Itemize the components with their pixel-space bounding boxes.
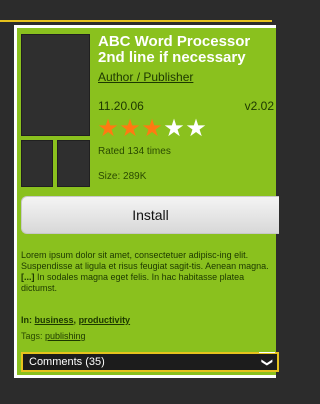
screenshot-main[interactable] <box>21 34 90 136</box>
version-label: v2.02 <box>244 99 274 113</box>
top-bar <box>0 0 272 22</box>
more-link[interactable]: [...] <box>21 272 35 282</box>
description-text-2: In sodales magna eget felis. In hac habi… <box>21 272 245 293</box>
tags-label: Tags: <box>21 331 43 341</box>
tags: Tags: publishing <box>21 331 86 341</box>
comments-bar[interactable]: Comments (35) ❯ <box>21 352 279 372</box>
app-description: Lorem ipsum dolor sit amet, consectetuer… <box>21 250 273 294</box>
author-link[interactable]: Author / Publisher <box>98 70 193 84</box>
categories-separator: , <box>73 315 77 325</box>
star-icon[interactable]: ★ <box>141 116 163 142</box>
screenshot-thumb-1[interactable] <box>21 140 53 187</box>
rating-stars[interactable]: ★ ★ ★ ★ ★ <box>97 116 207 142</box>
categories-label: In: <box>21 315 32 325</box>
star-icon[interactable]: ★ <box>185 116 207 142</box>
chevron-down-icon[interactable]: ❯ <box>259 352 275 372</box>
tag-link-publishing[interactable]: publishing <box>45 331 86 341</box>
file-size: Size: 289K <box>98 171 147 182</box>
app-title: ABC Word Processor 2nd line if necessary <box>98 33 251 66</box>
release-date: 11.20.06 <box>98 99 144 113</box>
category-link-business[interactable]: business <box>35 315 74 325</box>
rating-count: Rated 134 times <box>98 146 171 157</box>
category-link-productivity[interactable]: productivity <box>79 315 131 325</box>
comments-label: Comments (35) <box>29 356 105 368</box>
description-text: Lorem ipsum dolor sit amet, consectetuer… <box>21 250 269 271</box>
star-icon[interactable]: ★ <box>97 116 119 142</box>
screenshot-thumb-2[interactable] <box>57 140 90 187</box>
star-icon[interactable]: ★ <box>119 116 141 142</box>
star-icon[interactable]: ★ <box>163 116 185 142</box>
app-card: ABC Word Processor 2nd line if necessary… <box>14 25 279 378</box>
categories: In: business, productivity <box>21 315 130 325</box>
install-button[interactable]: Install <box>21 196 279 234</box>
